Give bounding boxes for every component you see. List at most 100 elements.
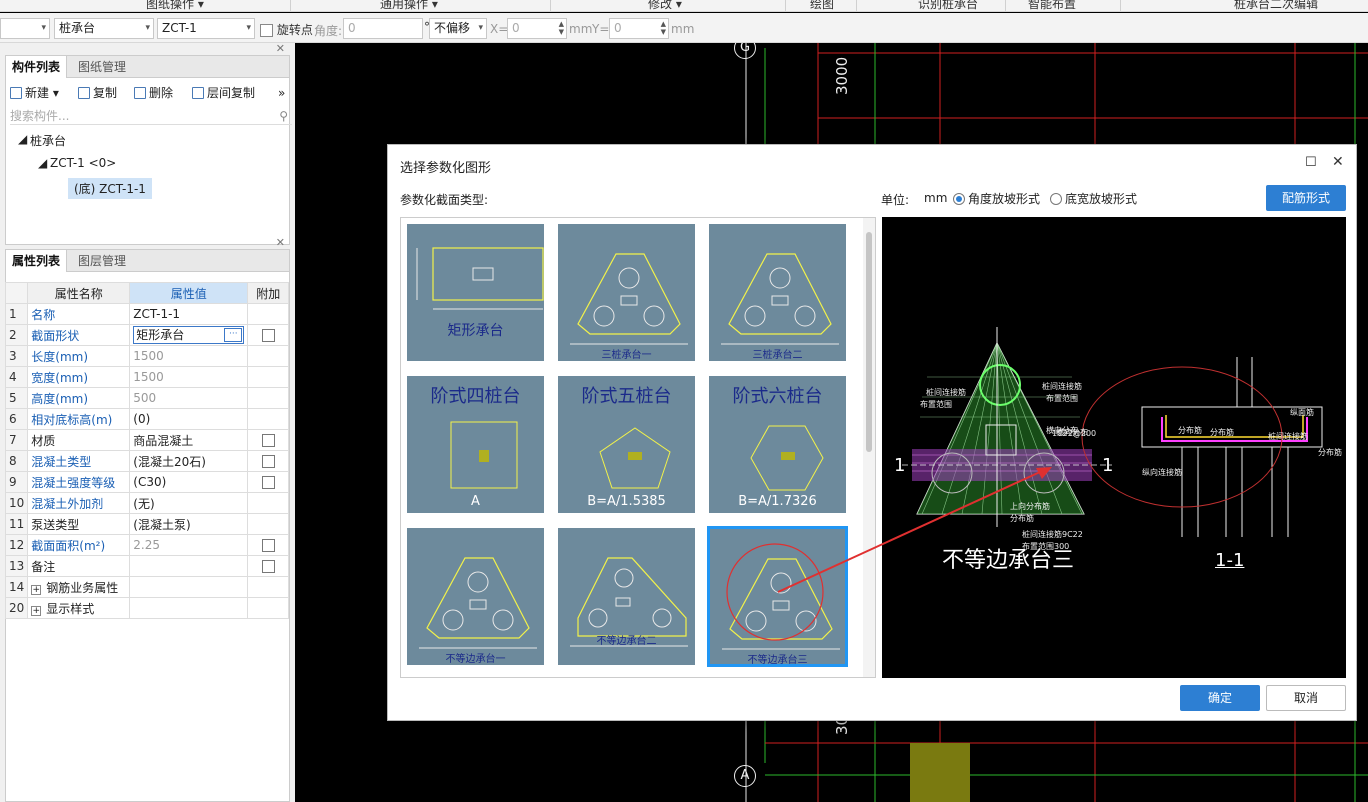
tree-root-caret[interactable]: ◢: [18, 132, 27, 146]
tab-property-list[interactable]: 属性列表: [6, 250, 68, 272]
additional-checkbox[interactable]: [261, 455, 275, 468]
rotate-point-checkbox[interactable]: 旋转点: [260, 21, 313, 38]
component-search-input[interactable]: 搜索构件... ⚲: [10, 107, 292, 125]
property-row[interactable]: 7 材质 商品混凝土: [4, 429, 290, 451]
shape-option-2[interactable]: 三桩承台一: [556, 222, 697, 363]
additional-checkbox[interactable]: [261, 329, 275, 342]
additional-checkbox[interactable]: [261, 560, 275, 573]
property-row[interactable]: 20 + 显示样式: [4, 597, 290, 619]
floor-copy-button[interactable]: 层间复制: [192, 80, 255, 106]
tab-component-list[interactable]: 构件列表: [6, 56, 68, 78]
ok-button[interactable]: 确定: [1180, 685, 1260, 711]
x-offset-input[interactable]: 0 ▲ ▼: [507, 18, 567, 39]
cancel-button[interactable]: 取消: [1266, 685, 1346, 711]
row-number: 14: [9, 580, 25, 594]
expand-icon[interactable]: +: [31, 605, 42, 616]
shape-option-5[interactable]: 阶式五桩台 B=A/1.5385: [556, 374, 697, 515]
shape-thumbnail-icon: [721, 253, 839, 345]
header-additional[interactable]: 附加: [247, 282, 290, 304]
property-value: (混凝土20石): [133, 454, 206, 469]
row-number: 11: [9, 517, 25, 531]
property-row[interactable]: 13 备注: [4, 555, 290, 577]
property-row[interactable]: 4 宽度(mm) 1500: [4, 366, 290, 388]
spin-arrows-icon[interactable]: ▲ ▼: [661, 20, 666, 36]
shape-option-4[interactable]: 阶式四桩台 A: [405, 374, 546, 515]
x-label: X=: [490, 22, 509, 36]
delete-button[interactable]: 删除: [134, 80, 173, 106]
shape-label: 阶式四桩台: [430, 386, 521, 406]
new-button[interactable]: 新建 ▾: [10, 80, 59, 106]
offset-select[interactable]: 不偏移 ▾: [429, 18, 487, 39]
tab-layer-management[interactable]: 图层管理: [72, 250, 132, 272]
ribbon-modify[interactable]: 修改 ▾: [648, 0, 682, 11]
component-type-combo[interactable]: 桩承台 ▾: [54, 18, 154, 39]
ribbon-secondary-edit[interactable]: 桩承台二次编辑: [1234, 0, 1318, 11]
shape-option-9[interactable]: 不等边承台三: [707, 526, 848, 667]
ribbon-drawing-ops[interactable]: 图纸操作 ▾: [146, 0, 204, 11]
close-icon[interactable]: ✕: [1332, 154, 1344, 170]
shape-option-8[interactable]: 不等边承台二: [556, 526, 697, 667]
angle-slope-radio[interactable]: 角度放坡形式: [953, 190, 1040, 207]
shape-thumbnail-icon: [570, 557, 688, 647]
shape-formula: B=A/1.7326: [738, 494, 817, 509]
shape-formula: B=A/1.5385: [587, 494, 666, 509]
property-row[interactable]: 2 截面形状 矩形承台 ···: [4, 324, 290, 346]
tab-drawing-management[interactable]: 图纸管理: [72, 56, 132, 78]
shape-option-6[interactable]: 阶式六桩台 B=A/1.7326: [707, 374, 848, 515]
more-icon[interactable]: »: [278, 80, 285, 106]
scrollbar-thumb[interactable]: [866, 232, 872, 452]
row-number: 2: [9, 328, 17, 342]
close-icon[interactable]: ✕: [276, 42, 285, 55]
property-row[interactable]: 10 混凝土外加剂 (无): [4, 492, 290, 514]
copy-button[interactable]: 复制: [78, 80, 117, 106]
spin-arrows-icon[interactable]: ▲ ▼: [559, 20, 564, 36]
property-name: 截面面积(m²): [31, 538, 106, 553]
ribbon-bar: 图纸操作 ▾ 通用操作 ▾ 修改 ▾ 绘图 识别桩承台 智能布置 桩承台二次编辑: [0, 0, 1368, 12]
additional-checkbox[interactable]: [261, 539, 275, 552]
y-offset-input[interactable]: 0 ▲ ▼: [609, 18, 669, 39]
additional-checkbox[interactable]: [261, 434, 275, 447]
property-row[interactable]: 1 名称 ZCT-1-1: [4, 303, 290, 325]
tree-child-caret[interactable]: ◢: [38, 156, 47, 170]
angle-input[interactable]: 0: [343, 18, 423, 39]
property-row[interactable]: 9 混凝土强度等级 (C30): [4, 471, 290, 493]
additional-checkbox[interactable]: [261, 476, 275, 489]
property-row[interactable]: 3 长度(mm) 1500: [4, 345, 290, 367]
ellipsis-button[interactable]: ···: [224, 328, 243, 342]
preview-annotation: 分布筋: [1178, 426, 1202, 435]
shape-option-3[interactable]: 三桩承台二: [707, 222, 848, 363]
header-property-name[interactable]: 属性名称: [27, 282, 131, 304]
tree-root[interactable]: 桩承台: [30, 132, 66, 149]
close-icon[interactable]: ✕: [276, 236, 285, 249]
shape-thumbnail-icon: [416, 247, 544, 310]
ribbon-common-ops[interactable]: 通用操作 ▾: [380, 0, 438, 11]
component-name-combo[interactable]: ZCT-1 ▾: [157, 18, 255, 39]
rebar-form-button[interactable]: 配筋形式: [1266, 185, 1346, 211]
maximize-icon[interactable]: ☐: [1305, 155, 1317, 170]
section-type-label: 参数化截面类型:: [400, 193, 489, 207]
tree-component[interactable]: ZCT-1 <0>: [50, 156, 116, 170]
property-row[interactable]: 14 + 钢筋业务属性: [4, 576, 290, 598]
property-row[interactable]: 6 相对底标高(m) (0): [4, 408, 290, 430]
width-slope-radio[interactable]: 底宽放坡形式: [1050, 190, 1137, 207]
row-number: 4: [9, 370, 17, 384]
shape-label: 三桩承台二: [752, 350, 803, 361]
header-property-value[interactable]: 属性值: [129, 282, 249, 304]
shape-option-1[interactable]: 矩形承台: [405, 222, 546, 363]
ribbon-draw[interactable]: 绘图: [810, 0, 834, 11]
layer-combo[interactable]: ▾: [0, 18, 50, 39]
property-row[interactable]: 11 泵送类型 (混凝土泵): [4, 513, 290, 535]
row-number: 12: [9, 538, 25, 552]
expand-icon[interactable]: +: [31, 584, 42, 595]
property-row[interactable]: 12 截面面积(m²) 2.25: [4, 534, 290, 556]
grid-scrollbar[interactable]: [863, 218, 875, 677]
shape-value-field[interactable]: 矩形承台 ···: [133, 326, 245, 344]
shape-option-7[interactable]: 不等边承台一: [405, 526, 546, 667]
tree-leaf-selected[interactable]: (底) ZCT-1-1: [68, 178, 152, 199]
property-row[interactable]: 8 混凝土类型 (混凝土20石): [4, 450, 290, 472]
preview-annotation: 布置范围: [920, 400, 952, 409]
ribbon-smart-layout[interactable]: 智能布置: [1028, 0, 1076, 11]
ribbon-identify-cap[interactable]: 识别桩承台: [918, 0, 978, 11]
property-row[interactable]: 5 高度(mm) 500: [4, 387, 290, 409]
preview-annotation: 分布筋: [1318, 448, 1342, 457]
